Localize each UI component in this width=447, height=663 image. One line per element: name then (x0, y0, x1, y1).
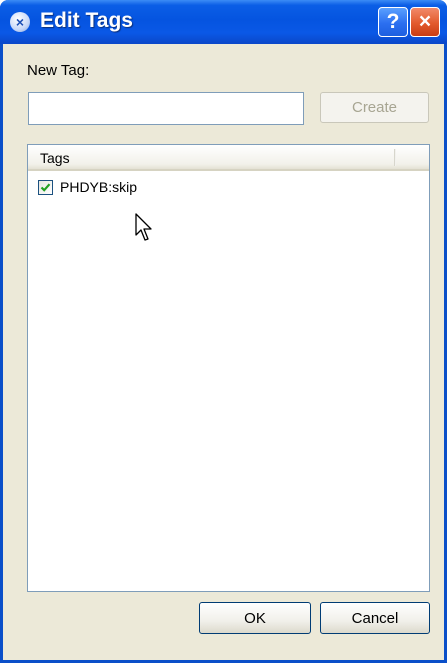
tag-checkbox[interactable] (38, 180, 53, 195)
close-button[interactable]: × (410, 7, 440, 37)
check-icon (40, 183, 51, 192)
help-button[interactable]: ? (378, 7, 408, 37)
title-bar[interactable]: × Edit Tags ? × (0, 0, 447, 44)
list-item[interactable]: PHDYB:skip (36, 178, 416, 198)
tags-list[interactable]: Tags PHDYB:skip (27, 144, 430, 592)
tag-label: PHDYB:skip (60, 179, 138, 195)
column-divider[interactable] (394, 149, 396, 166)
create-button[interactable]: Create (320, 92, 429, 123)
close-icon: × (10, 12, 30, 32)
tags-header-label: Tags (40, 150, 70, 166)
cancel-button[interactable]: Cancel (320, 602, 430, 634)
tags-column-header[interactable]: Tags (28, 145, 429, 171)
new-tag-label: New Tag: (27, 62, 90, 79)
new-tag-input[interactable] (28, 92, 304, 125)
ok-button[interactable]: OK (199, 602, 311, 634)
window-title: Edit Tags (40, 9, 133, 32)
mouse-cursor-icon (135, 213, 152, 241)
